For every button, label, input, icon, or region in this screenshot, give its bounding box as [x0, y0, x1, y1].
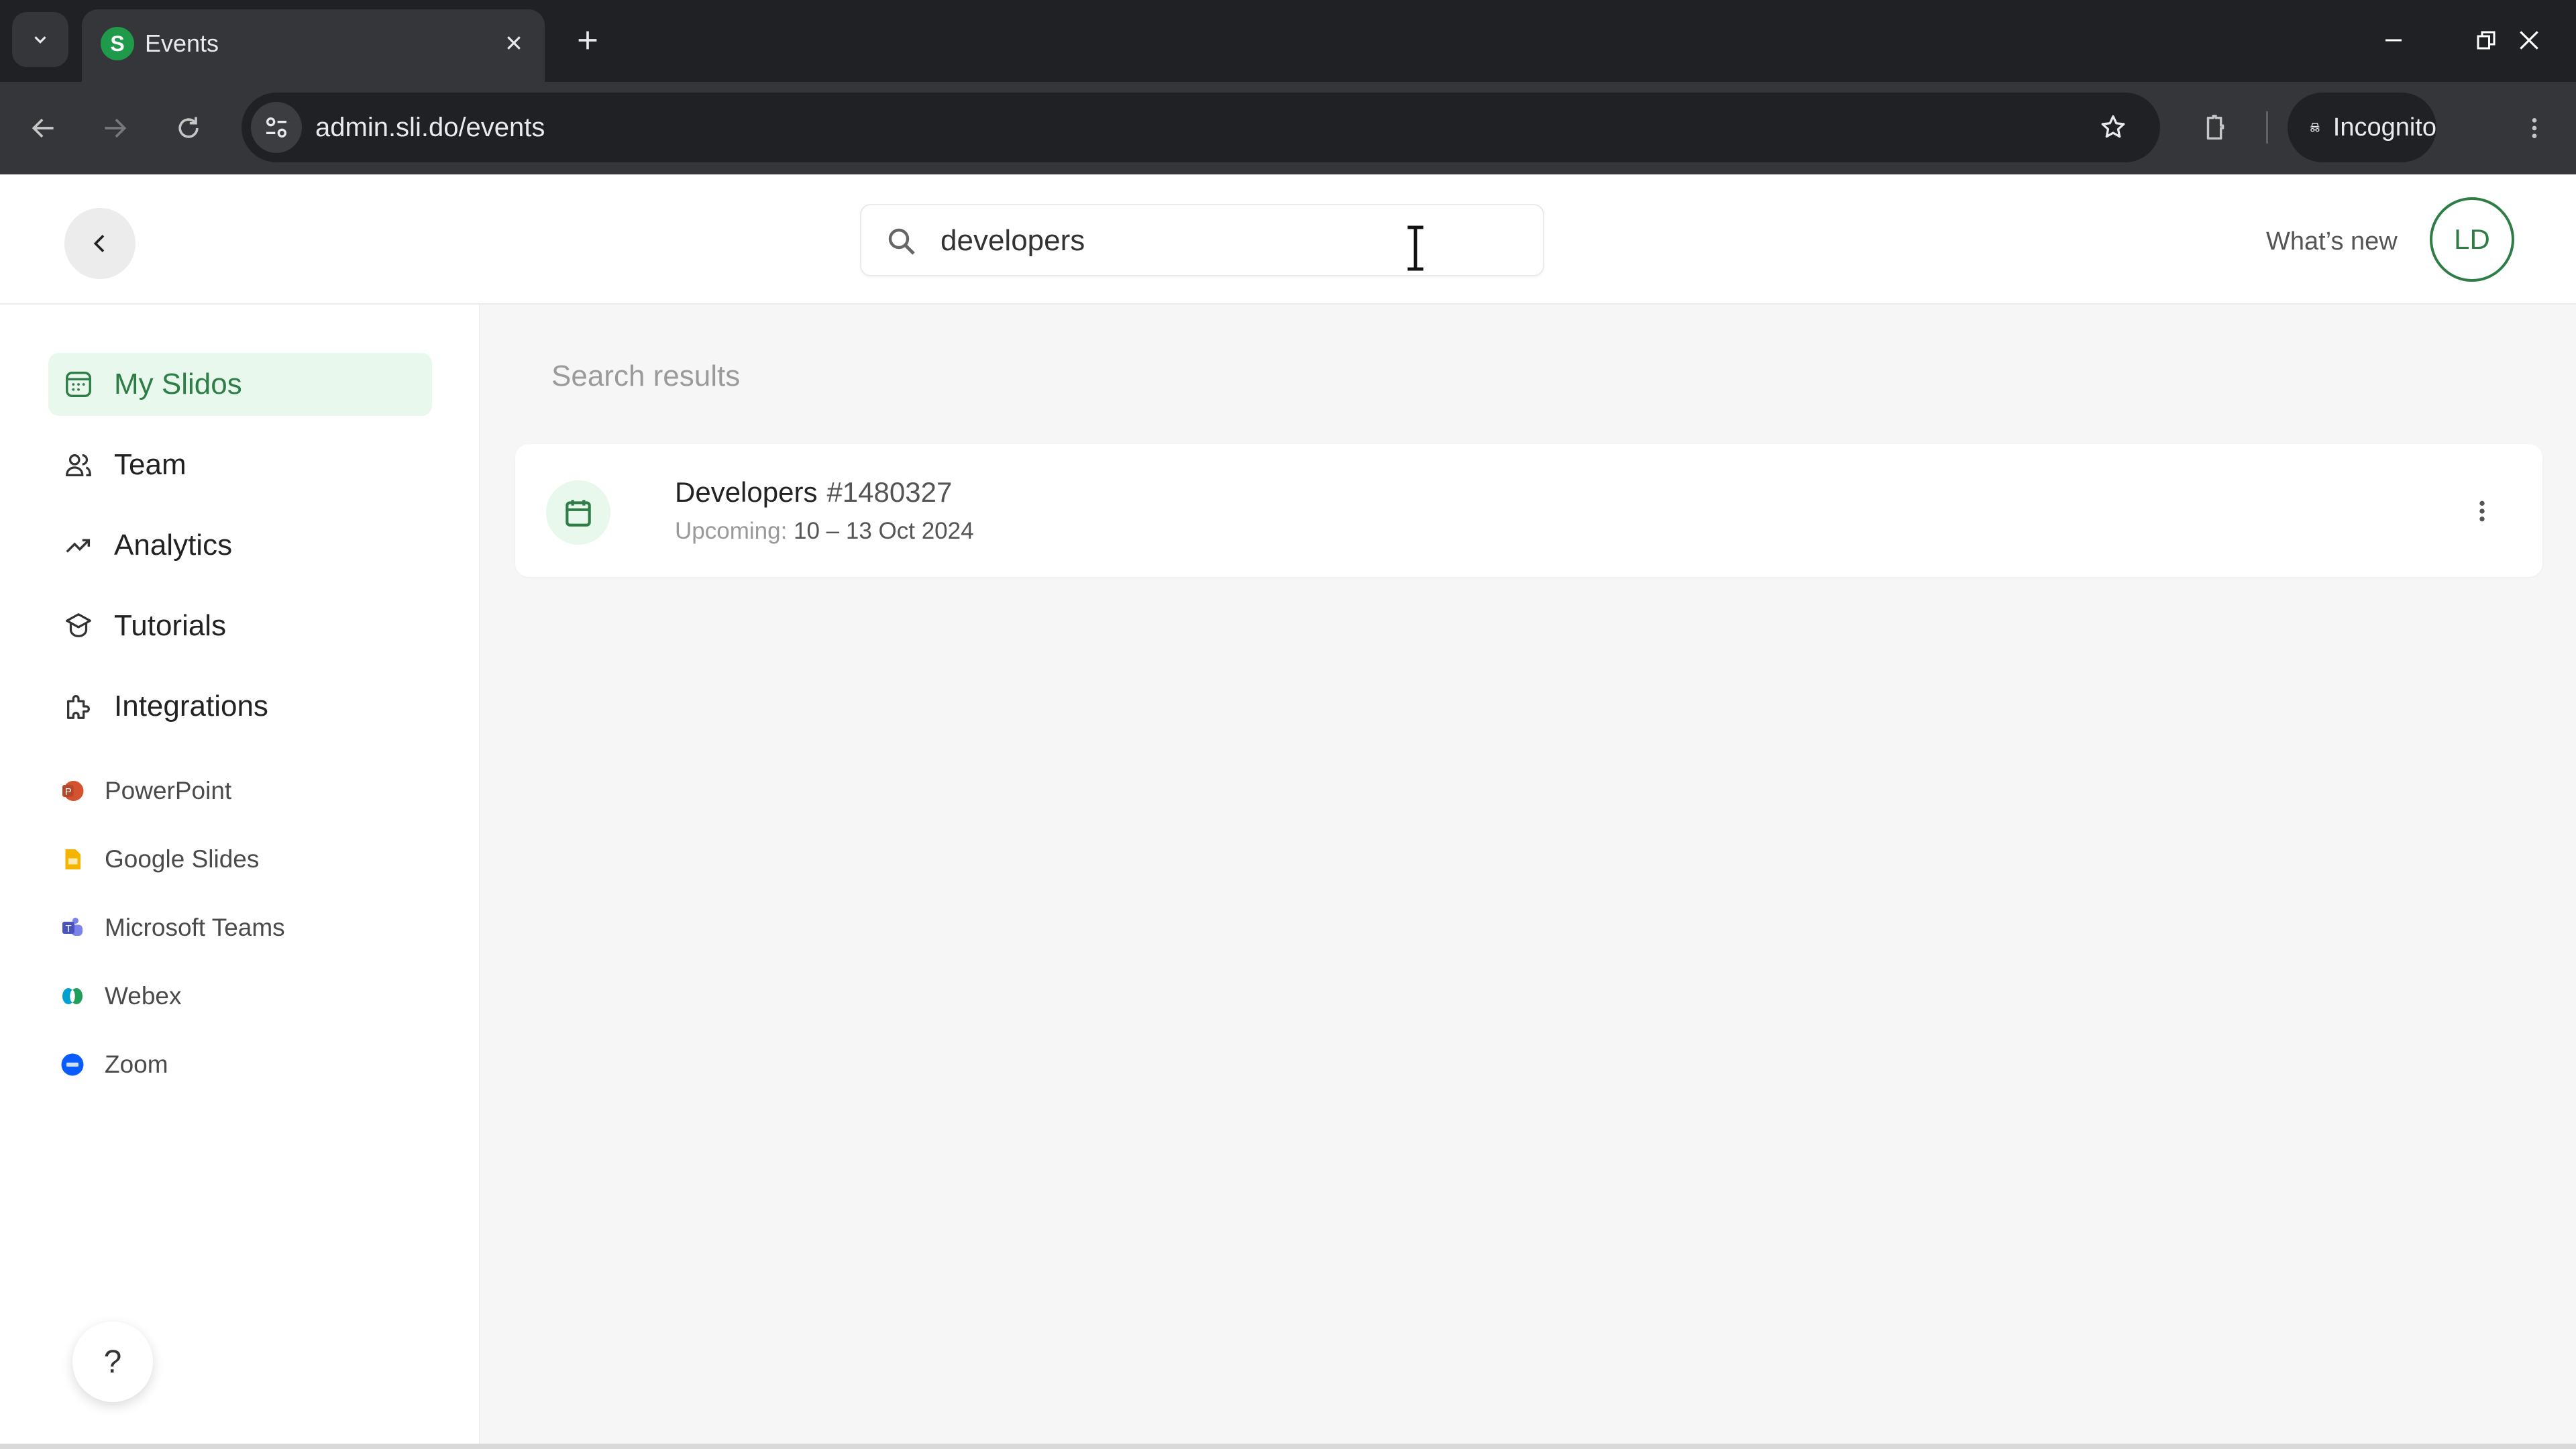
event-name: Developers	[675, 476, 818, 508]
sidebar-item-label: Integrations	[114, 690, 268, 722]
sidebar-item-label: Analytics	[114, 529, 233, 561]
event-result-card[interactable]: Developers #1480327 Upcoming: 10 – 13 Oct…	[515, 444, 2542, 577]
tab-close-button[interactable]	[496, 25, 531, 60]
event-title[interactable]: Developers #1480327	[675, 476, 952, 508]
sidebar-item-my-slidos[interactable]: My Slidos	[48, 353, 432, 416]
collapse-sidebar-button[interactable]	[64, 208, 136, 279]
integration-label: Webex	[105, 982, 182, 1010]
integration-label: Zoom	[105, 1051, 168, 1078]
arrow-left-icon	[32, 118, 54, 138]
sidebar-item-label: My Slidos	[114, 368, 242, 400]
arrow-right-icon	[105, 118, 127, 138]
tune-icon	[266, 117, 286, 138]
puzzle-icon	[63, 691, 94, 722]
close-window-button[interactable]	[2502, 13, 2556, 67]
minimize-button[interactable]	[2367, 13, 2420, 67]
event-dates: 10 – 13 Oct 2024	[794, 518, 974, 544]
search-icon	[888, 228, 915, 255]
event-status: Upcoming:	[675, 518, 788, 544]
site-info-button[interactable]	[251, 102, 302, 153]
help-button[interactable]: ?	[72, 1322, 153, 1402]
integration-item-powerpoint[interactable]: P PowerPoint	[60, 767, 231, 814]
bookmark-button[interactable]	[2093, 107, 2133, 148]
integration-label: Google Slides	[105, 845, 260, 873]
sidebar-item-analytics[interactable]: Analytics	[48, 514, 432, 577]
search-field[interactable]	[860, 204, 1544, 276]
calendar-grid-icon	[63, 369, 94, 400]
extensions-button[interactable]	[2194, 106, 2238, 150]
reload-icon	[178, 117, 199, 138]
forward-nav-button[interactable]	[93, 106, 137, 150]
star-icon	[2101, 115, 2125, 138]
browser-menu-button[interactable]	[2512, 106, 2557, 150]
browser-toolbar: admin.sli.do/events Incognito	[0, 82, 2576, 174]
slido-favicon-icon: S	[101, 27, 134, 60]
chevron-down-icon	[34, 36, 46, 44]
more-vertical-icon	[2532, 118, 2537, 138]
integration-label: Microsoft Teams	[105, 914, 285, 941]
integration-item-webex[interactable]: Webex	[60, 973, 182, 1020]
sidebar-item-integrations[interactable]: Integrations	[48, 675, 432, 738]
tab-search-button[interactable]	[12, 12, 68, 67]
sidebar-item-team[interactable]: Team	[48, 433, 432, 496]
toolbar-separator	[2266, 111, 2268, 144]
zoom-icon	[60, 1053, 85, 1077]
more-vertical-icon	[2479, 500, 2485, 522]
minimize-icon	[2385, 39, 2402, 42]
chevron-left-icon	[93, 235, 105, 252]
event-more-options-button[interactable]	[2462, 491, 2502, 531]
address-bar[interactable]: admin.sli.do/events	[241, 93, 2160, 162]
incognito-button[interactable]: Incognito	[2288, 93, 2436, 162]
tab-title: Events	[145, 30, 219, 57]
sidebar-item-tutorials[interactable]: Tutorials	[48, 594, 432, 657]
bottom-scrollbar[interactable]	[0, 1444, 2576, 1449]
back-nav-button[interactable]	[21, 106, 66, 150]
plus-icon	[578, 31, 597, 50]
close-icon	[2520, 31, 2538, 50]
powerpoint-icon: P	[60, 779, 85, 803]
google-slides-icon	[60, 847, 85, 871]
integration-item-google-slides[interactable]: Google Slides	[60, 836, 259, 883]
sidebar: My Slidos Team Analytics Tutorials Integ…	[0, 305, 480, 1449]
incognito-label: Incognito	[2332, 113, 2436, 142]
microsoft-teams-icon: T	[60, 916, 85, 940]
main-content: Search results Developers #1480327 Upcomi…	[482, 305, 2576, 1449]
incognito-icon	[2310, 123, 2320, 132]
search-input[interactable]	[941, 215, 1517, 267]
new-tab-button[interactable]	[568, 20, 608, 60]
trend-up-icon	[63, 530, 94, 561]
integration-item-zoom[interactable]: Zoom	[60, 1041, 168, 1088]
browser-titlebar: S Events	[0, 0, 2576, 82]
svg-text:P: P	[65, 786, 72, 798]
app-header: What’s new LD	[0, 174, 2576, 305]
graduation-cap-icon	[63, 610, 94, 641]
restore-icon	[2477, 31, 2496, 50]
event-calendar-icon	[546, 480, 610, 545]
close-icon	[507, 36, 521, 50]
webex-icon	[60, 984, 85, 1008]
event-code: #1480327	[826, 476, 953, 508]
whats-new-link[interactable]: What’s new	[2266, 221, 2398, 262]
integration-item-microsoft-teams[interactable]: T Microsoft Teams	[60, 904, 285, 951]
svg-text:T: T	[66, 923, 72, 934]
sidebar-item-label: Team	[114, 448, 186, 481]
integration-label: PowerPoint	[105, 777, 232, 804]
browser-tab-events[interactable]: S Events	[82, 9, 545, 82]
text-cursor-icon	[1407, 225, 1424, 271]
users-icon	[63, 449, 94, 480]
sidebar-item-label: Tutorials	[114, 609, 227, 642]
url-text: admin.sli.do/events	[315, 113, 545, 142]
event-meta: Upcoming: 10 – 13 Oct 2024	[675, 518, 974, 545]
search-results-heading: Search results	[551, 360, 741, 392]
reload-button[interactable]	[166, 106, 211, 150]
user-avatar[interactable]: LD	[2430, 197, 2514, 282]
puzzle-icon	[2206, 115, 2224, 140]
